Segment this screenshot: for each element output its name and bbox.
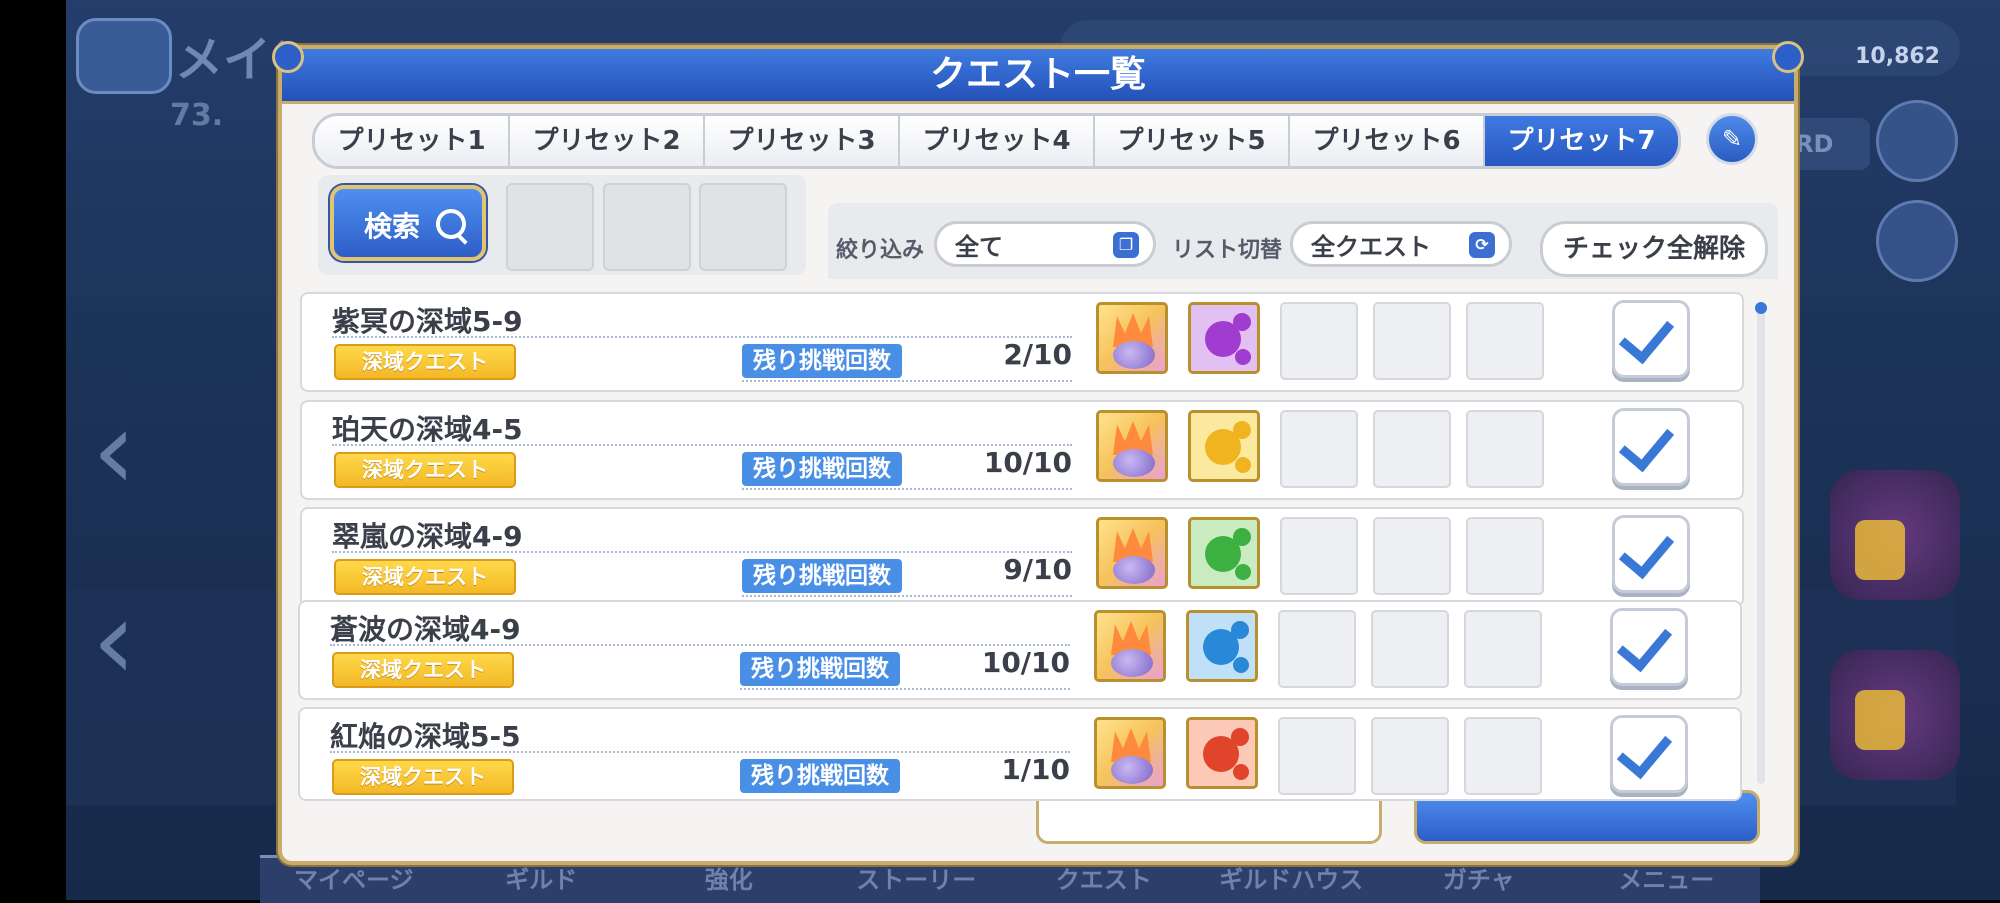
quest-row[interactable]: 珀天の深域4-5 深域クエスト 残り挑戦回数 10/10 — [300, 400, 1744, 500]
green-orb-icon — [1188, 517, 1260, 589]
list-switch-value: 全クエスト — [1311, 233, 1431, 261]
map-button[interactable] — [1876, 100, 1958, 182]
search-filter-slot[interactable] — [506, 183, 594, 271]
remaining-attempts-value: 10/10 — [983, 446, 1072, 479]
remaining-attempts-label: 残り挑戦回数 — [742, 344, 902, 378]
list-switch-label: リスト切替 — [1172, 238, 1283, 263]
reward-slot — [1373, 517, 1451, 595]
prev-area-arrow-icon-2[interactable]: ‹ — [92, 585, 162, 695]
divider — [742, 488, 1072, 490]
dialog-title: クエスト一覧 — [929, 54, 1146, 95]
narrow-select[interactable]: 全て ❐ — [934, 221, 1156, 267]
reward-slot — [1280, 302, 1358, 380]
remaining-attempts-value: 1/10 — [1001, 753, 1070, 786]
quest-checkbox[interactable] — [1612, 515, 1690, 593]
corner-ornament — [1772, 41, 1804, 73]
yellow-orb-icon — [1188, 410, 1260, 482]
reward-slot — [1466, 302, 1544, 380]
divider — [742, 380, 1072, 382]
back-button[interactable] — [76, 18, 172, 94]
quest-type-badge: 深域クエスト — [332, 652, 514, 688]
edit-preset-button[interactable]: ✎ — [1706, 113, 1758, 165]
reward-slot — [1278, 717, 1356, 795]
claw-material-icon — [1096, 410, 1168, 482]
remaining-attempts-label: 残り挑戦回数 — [742, 559, 902, 593]
tab-preset-4[interactable]: プリセット4 — [900, 116, 1095, 166]
currency-amount: 10,862 — [1855, 44, 1940, 69]
tab-preset-3[interactable]: プリセット3 — [705, 116, 900, 166]
claw-material-icon — [1096, 302, 1168, 374]
reward-slot — [1466, 517, 1544, 595]
red-orb-icon — [1186, 717, 1258, 789]
reward-slot — [1280, 410, 1358, 488]
reward-slot — [1464, 610, 1542, 688]
tab-preset-7[interactable]: プリセット7 — [1485, 116, 1678, 166]
reward-slot — [1464, 717, 1542, 795]
pencil-icon: ✎ — [1721, 125, 1743, 153]
claw-material-icon — [1094, 717, 1166, 789]
quest-name: 珀天の深域4-5 — [332, 413, 523, 446]
reward-slot — [1466, 410, 1544, 488]
remaining-attempts-value: 10/10 — [981, 646, 1070, 679]
quest-type-badge: 深域クエスト — [334, 559, 516, 595]
search-filter-slot[interactable] — [699, 183, 787, 271]
quest-row[interactable]: 翠嵐の深域4-9 深域クエスト 残り挑戦回数 9/10 — [300, 507, 1744, 607]
divider — [740, 688, 1070, 690]
tab-preset-6[interactable]: プリセット6 — [1290, 116, 1485, 166]
tab-preset-2[interactable]: プリセット2 — [510, 116, 705, 166]
remaining-attempts-label: 残り挑戦回数 — [740, 652, 900, 686]
reward-slot — [1373, 302, 1451, 380]
search-filter-slot[interactable] — [603, 183, 691, 271]
quest-checkbox[interactable] — [1610, 608, 1688, 686]
quest-checkbox[interactable] — [1610, 715, 1688, 793]
search-button[interactable]: 検索 — [330, 185, 486, 261]
prev-area-arrow-icon[interactable]: ‹ — [92, 395, 162, 505]
purple-orb-icon — [1188, 302, 1260, 374]
remaining-attempts-label: 残り挑戦回数 — [742, 452, 902, 486]
dialog-header: クエスト一覧 — [282, 49, 1794, 104]
reward-slot — [1371, 717, 1449, 795]
list-scrollbar[interactable] — [1757, 304, 1765, 784]
tab-preset-1[interactable]: プリセット1 — [315, 116, 510, 166]
list-switch-select[interactable]: 全クエスト ⟳ — [1290, 221, 1512, 267]
corner-ornament — [272, 41, 304, 73]
narrow-label: 絞り込み — [836, 238, 925, 263]
quest-type-badge: 深域クエスト — [332, 759, 514, 795]
copy-icon: ❐ — [1113, 232, 1139, 258]
quest-checkbox[interactable] — [1612, 408, 1690, 486]
claw-material-icon — [1096, 517, 1168, 589]
uncheck-all-button[interactable]: チェック全解除 — [1540, 221, 1768, 277]
narrow-value: 全て — [955, 233, 1003, 261]
reward-slot — [1371, 610, 1449, 688]
quest-row[interactable]: 紅焔の深域5-5 深域クエスト 残り挑戦回数 1/10 — [298, 707, 1742, 801]
lock-icon-2 — [1855, 690, 1905, 750]
blue-orb-icon — [1186, 610, 1258, 682]
ticket-button[interactable] — [1876, 200, 1958, 282]
claw-material-icon — [1094, 610, 1166, 682]
scrollbar-thumb[interactable] — [1755, 302, 1767, 314]
quest-type-badge: 深域クエスト — [334, 344, 516, 380]
remaining-attempts-value: 9/10 — [1003, 553, 1072, 586]
quest-name: 蒼波の深域4-9 — [330, 613, 521, 646]
reward-slot — [1373, 410, 1451, 488]
quest-row[interactable]: 蒼波の深域4-9 深域クエスト 残り挑戦回数 10/10 — [298, 600, 1742, 700]
quest-name: 紅焔の深域5-5 — [330, 720, 521, 753]
divider — [742, 595, 1072, 597]
lock-icon — [1855, 520, 1905, 580]
search-button-label: 検索 — [364, 210, 421, 243]
refresh-icon: ⟳ — [1469, 232, 1495, 258]
reward-slot — [1280, 517, 1358, 595]
quest-checkbox[interactable] — [1612, 300, 1690, 378]
quest-name: 翠嵐の深域4-9 — [332, 520, 523, 553]
remaining-attempts-value: 2/10 — [1003, 338, 1072, 371]
search-icon — [436, 209, 466, 239]
tab-preset-5[interactable]: プリセット5 — [1095, 116, 1290, 166]
reward-slot — [1278, 610, 1356, 688]
quest-name: 紫冥の深域5-9 — [332, 305, 523, 338]
quest-row[interactable]: 紫冥の深域5-9 深域クエスト 残り挑戦回数 2/10 — [300, 292, 1744, 392]
remaining-attempts-label: 残り挑戦回数 — [740, 759, 900, 793]
bg-page-subtitle: 73. — [170, 98, 224, 133]
preset-tabs: プリセット1 プリセット2 プリセット3 プリセット4 プリセット5 プリセット… — [312, 113, 1681, 169]
quest-type-badge: 深域クエスト — [334, 452, 516, 488]
